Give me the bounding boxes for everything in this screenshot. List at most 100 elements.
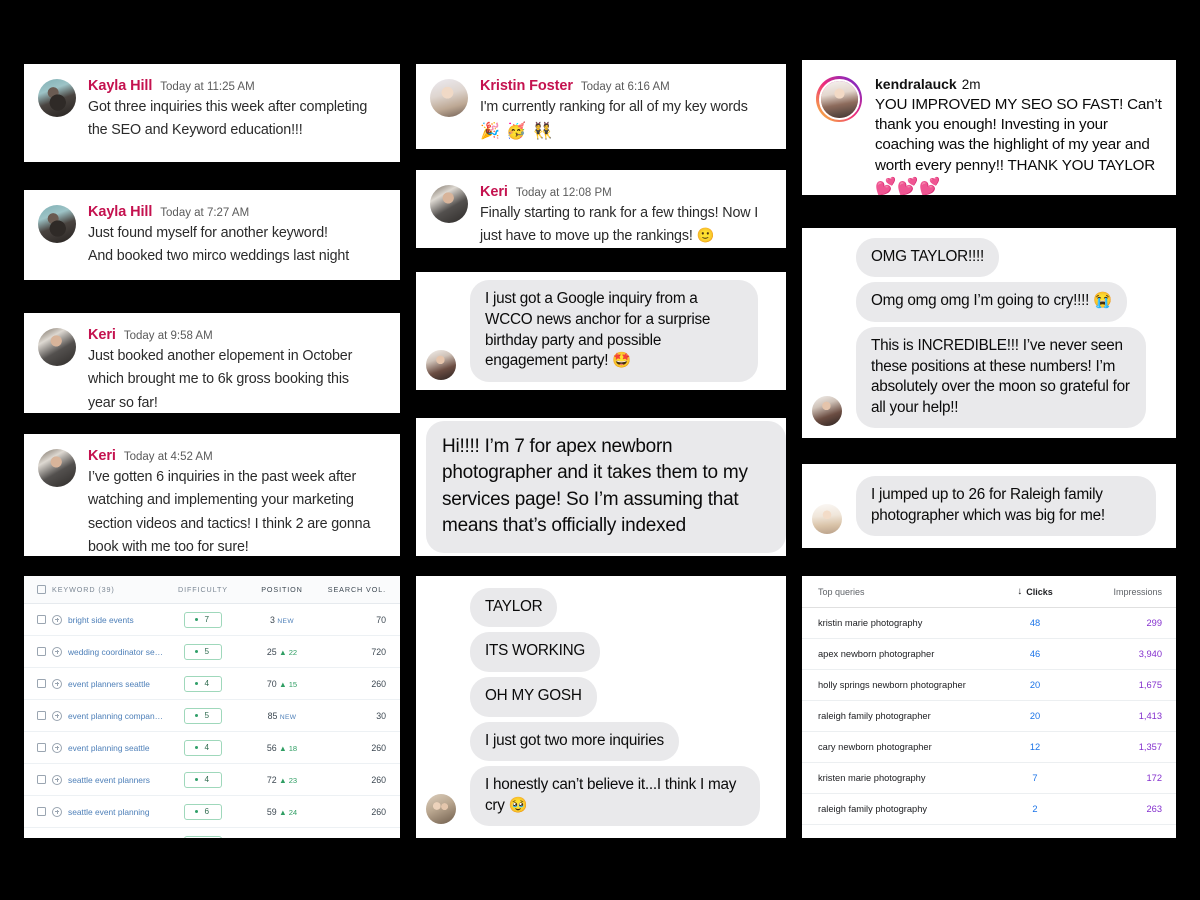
dm-bubble: OH MY GOSH [470, 676, 597, 717]
column-header-difficulty[interactable]: DIFFICULTY [164, 585, 242, 594]
search-volume-cell: 30 [376, 710, 386, 721]
column-header-keyword[interactable]: KEYWORD (39) [50, 585, 164, 594]
avatar [38, 79, 76, 117]
position-cell: 3 NEW [270, 614, 294, 625]
keyword-cell[interactable]: seattle event planners [50, 774, 164, 785]
table-header-row: KEYWORD (39) DIFFICULTY POSITION SEARCH … [24, 576, 400, 604]
table-row[interactable]: kristen marie photography 7 172 [802, 763, 1176, 794]
query-cell[interactable]: apex newborn photographer [818, 649, 990, 659]
difficulty-cell: 5 [164, 707, 242, 724]
dm-bubble: This is INCREDIBLE!!! I’ve never seen th… [856, 326, 1146, 429]
difficulty-dot-icon [194, 745, 199, 750]
table-row[interactable]: event planning seattle 4 56 ▲ 18 260 [24, 732, 400, 764]
clicks-cell: 12 [1029, 742, 1041, 752]
table-row[interactable]: bright side events 7 3 NEW 70 [24, 604, 400, 636]
keyword-link[interactable]: seattle event planning [68, 807, 150, 817]
dm-bubble: I jumped up to 26 for Raleigh family pho… [856, 475, 1156, 537]
table-header-row: Top queries ↓ Clicks Impressions [802, 576, 1176, 608]
position-change: ▲ 15 [279, 679, 298, 689]
dm-row: Hi!!!! I’m 7 for apex newborn photograph… [426, 421, 786, 553]
expand-plus-icon[interactable] [52, 646, 62, 657]
expand-plus-icon[interactable] [52, 678, 62, 689]
keyword-cell[interactable]: seattle event planning [50, 806, 164, 817]
query-cell[interactable]: cary newborn photographer [818, 742, 990, 752]
dm-thread-card: I just got a Google inquiry from a WCCO … [416, 272, 786, 390]
position-cell: 85 NEW [267, 710, 297, 721]
keyword-link[interactable]: bright side events [68, 615, 134, 625]
keyword-cell[interactable]: event planning companies sea... [50, 710, 164, 721]
dm-bubble: I just got two more inquiries [470, 721, 679, 762]
keyword-cell[interactable]: event planners seattle [50, 678, 164, 689]
expand-plus-icon[interactable] [52, 614, 62, 625]
keyword-link[interactable]: event planners seattle [68, 679, 150, 689]
table-row[interactable]: holly springs newborn photographer 20 1,67… [802, 670, 1176, 701]
table-body: bright side events 7 3 NEW 70 wedding coordi… [24, 604, 400, 838]
dm-thread-card: OMG TAYLOR!!!! Omg omg omg I’m going to … [802, 228, 1176, 438]
row-checkbox[interactable] [24, 615, 50, 624]
row-checkbox[interactable] [24, 775, 50, 784]
column-header-top-queries[interactable]: Top queries [818, 587, 990, 597]
table-row[interactable]: event planners seattle 4 70 ▲ 15 260 [24, 668, 400, 700]
difficulty-cell: 4 [164, 675, 242, 692]
dm-thread-card: I jumped up to 26 for Raleigh family pho… [802, 464, 1176, 548]
table-row[interactable]: seattle event planners 4 72 ▲ 23 260 [24, 764, 400, 796]
table-row[interactable]: wedding coordinator seattle 5 25 ▲ 22 720 [24, 636, 400, 668]
table-row[interactable]: event planning companies sea...5 85 NEW 30 [24, 700, 400, 732]
query-cell[interactable]: kristen marie photography [818, 773, 990, 783]
impressions-cell: 1,413 [1138, 711, 1162, 721]
position-change: ▲ 24 [279, 807, 298, 817]
column-header-clicks[interactable]: ↓ Clicks [990, 585, 1080, 597]
table-row[interactable]: apex newborn photographer 46 3,940 [802, 639, 1176, 670]
row-checkbox[interactable] [24, 679, 50, 688]
keyword-link[interactable]: wedding coordinator seattle [68, 647, 164, 657]
message-text: I’ve gotten 6 inquiries in the past week… [88, 469, 371, 555]
instagram-comment-card: kendralauck 2m YOU IMPROVED MY SEO SO FAS… [802, 60, 1176, 195]
table-row[interactable]: cary newborn photographer 12 1,357 [802, 732, 1176, 763]
comment-age: 2m [961, 77, 981, 92]
table-row[interactable]: kristin marie photography 48 299 [802, 608, 1176, 639]
query-cell[interactable]: kristin marie photography [818, 618, 990, 628]
column-header-impressions[interactable]: Impressions [1080, 587, 1162, 597]
row-checkbox[interactable] [24, 743, 50, 752]
expand-plus-icon[interactable] [52, 742, 62, 753]
sender-name: Kayla Hill [88, 78, 153, 94]
keyword-cell[interactable]: bright side events [50, 614, 164, 625]
sort-arrow-down-icon: ↓ [1017, 585, 1023, 597]
row-checkbox[interactable] [24, 807, 50, 816]
impressions-cell: 299 [1146, 618, 1162, 628]
difficulty-dot-icon [194, 681, 199, 686]
keyword-cell[interactable]: event planning seattle [50, 742, 164, 753]
difficulty-cell: 6 [164, 803, 242, 820]
table-row[interactable]: seattle event planning 6 59 ▲ 24 260 [24, 796, 400, 828]
testimonial-collage: Kayla Hill Today at 11:25 AM Got three i… [0, 0, 1200, 900]
sender-name: Keri [480, 184, 508, 200]
keyword-link[interactable]: seattle event planners [68, 775, 150, 785]
sender-name: Keri [88, 327, 116, 343]
keyword-link[interactable]: event planning companies sea... [68, 711, 164, 721]
sender-name: Kayla Hill [88, 204, 153, 220]
expand-plus-icon[interactable] [52, 710, 62, 721]
query-cell[interactable]: holly springs newborn photographer [818, 680, 990, 690]
table-row[interactable]: raleigh family photography 2 263 [802, 794, 1176, 825]
column-header-position[interactable]: POSITION [242, 585, 322, 594]
expand-plus-icon[interactable] [52, 806, 62, 817]
table-row[interactable]: seattle wedding coordinator747 ▲ 9360 [24, 828, 400, 838]
column-header-search-volume[interactable]: SEARCH VOL. [322, 585, 400, 594]
keyword-cell[interactable]: wedding coordinator seattle [50, 646, 164, 657]
expand-plus-icon[interactable] [52, 774, 62, 785]
sender-name: Keri [88, 448, 116, 464]
timestamp: Today at 12:08 PM [515, 187, 612, 199]
select-all-checkbox[interactable] [24, 585, 50, 594]
query-cell[interactable]: raleigh family photographer [818, 711, 990, 721]
row-checkbox[interactable] [24, 647, 50, 656]
difficulty-dot-icon [194, 649, 199, 654]
query-cell[interactable]: raleigh family photography [818, 804, 990, 814]
table-row[interactable]: raleigh family photographer 20 1,413 [802, 701, 1176, 732]
position-cell: 56 ▲ 18 [266, 742, 298, 753]
keyword-link[interactable]: event planning seattle [68, 743, 150, 753]
row-checkbox[interactable] [24, 711, 50, 720]
instagram-username[interactable]: kendralauck [875, 76, 957, 92]
difficulty-dot-icon [194, 777, 199, 782]
search-console-table: Top queries ↓ Clicks Impressions kristin… [802, 576, 1176, 838]
avatar [430, 185, 468, 223]
